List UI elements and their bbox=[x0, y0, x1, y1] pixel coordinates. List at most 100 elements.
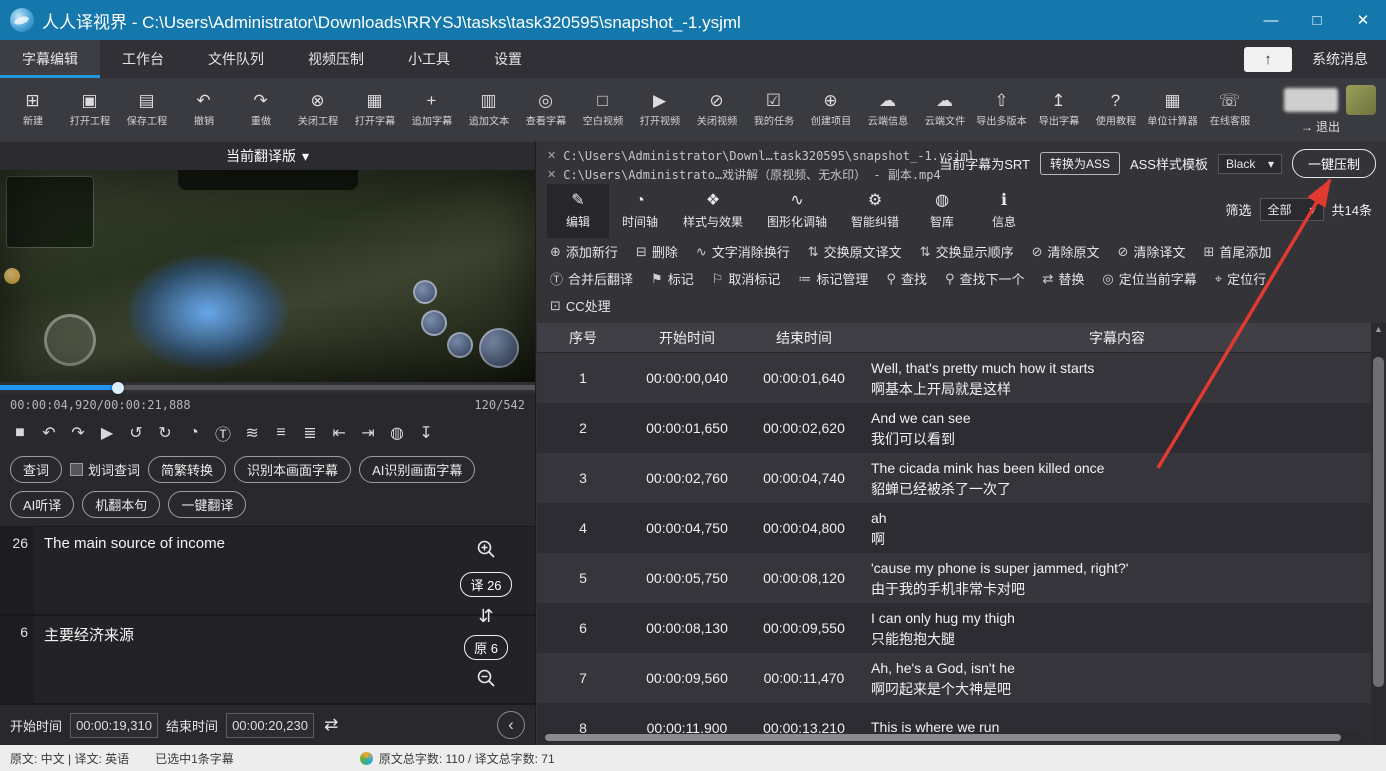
edit-tool-button[interactable]: ⊘ 清除原文 bbox=[1023, 242, 1109, 261]
text-overlay-button[interactable]: Ⓣ bbox=[215, 421, 231, 445]
filter-select[interactable]: 全部 ▾ bbox=[1260, 198, 1324, 221]
clock-button[interactable]: ◔ bbox=[186, 424, 202, 442]
swap-vertical-icon[interactable]: ⇵ bbox=[478, 606, 493, 627]
tab[interactable]: ⚙ 智能纠错 bbox=[839, 184, 911, 238]
end-time-input[interactable]: 00:00:20,230 bbox=[226, 713, 314, 738]
toolbar-button[interactable]: ⇧ 导出多版本 bbox=[973, 78, 1030, 142]
toolbar-button[interactable]: ⊘ 关闭视频 bbox=[688, 78, 745, 142]
scroll-up-icon[interactable]: ▲ bbox=[1371, 324, 1386, 334]
edit-tool-button[interactable]: ⇅ 交换显示顺序 bbox=[911, 242, 1023, 261]
toolbar-button[interactable]: ▦ 单位计算器 bbox=[1144, 78, 1201, 142]
one-click-render-button[interactable]: 一键压制 bbox=[1292, 149, 1376, 178]
toolbar-button[interactable]: ☁ 云端文件 bbox=[916, 78, 973, 142]
forward-3s-button[interactable]: ↻ bbox=[157, 423, 173, 443]
align-lines-button[interactable]: ≡ bbox=[273, 424, 289, 442]
original-count-button[interactable]: 原 6 bbox=[464, 635, 508, 660]
edit-tool-button[interactable]: ∿ 文字消除换行 bbox=[687, 242, 799, 261]
maximize-button[interactable]: □ bbox=[1294, 0, 1340, 40]
edit-tool-button[interactable]: ⊡ CC处理 bbox=[541, 296, 620, 315]
zoom-out-icon[interactable] bbox=[476, 668, 496, 693]
menu-item[interactable]: 视频压制 bbox=[286, 40, 386, 78]
toolbar-button[interactable]: ⊗ 关闭工程 bbox=[289, 78, 346, 142]
edit-tool-button[interactable]: ⊞ 首尾添加 bbox=[1194, 242, 1280, 261]
video-frame[interactable] bbox=[0, 170, 535, 382]
play-button[interactable]: ▶ bbox=[99, 423, 115, 443]
seek-back-button[interactable]: ↶ bbox=[41, 423, 57, 443]
close-file-icon[interactable]: ✕ bbox=[547, 149, 556, 162]
minimize-button[interactable]: — bbox=[1248, 0, 1294, 40]
table-row[interactable]: 1 00:00:00,040 00:00:01,640 Well, that's… bbox=[537, 353, 1371, 403]
edit-tool-button[interactable]: Ⓣ 合并后翻译 bbox=[541, 269, 642, 288]
tab[interactable]: ✎ 编辑 bbox=[547, 184, 609, 238]
swap-times-icon[interactable]: ⇄ bbox=[324, 715, 338, 735]
globe-button[interactable]: ◍ bbox=[389, 423, 405, 443]
avatar[interactable] bbox=[1346, 85, 1376, 115]
tab[interactable]: ∿ 图形化调轴 bbox=[755, 184, 839, 238]
edit-tool-button[interactable]: ◎ 定位当前字幕 bbox=[1093, 269, 1205, 288]
tab[interactable]: ℹ 信息 bbox=[973, 184, 1035, 238]
vertical-scrollbar[interactable]: ▲ bbox=[1371, 323, 1386, 745]
table-row[interactable]: 2 00:00:01,650 00:00:02,620 And we can s… bbox=[537, 403, 1371, 453]
menu-item[interactable]: 小工具 bbox=[386, 40, 472, 78]
menu-item[interactable]: 文件队列 bbox=[186, 40, 286, 78]
action-button[interactable]: 简繁转换 bbox=[148, 456, 226, 483]
vertical-scroll-thumb[interactable] bbox=[1373, 357, 1384, 687]
edit-tool-button[interactable]: ⌖ 定位行 bbox=[1206, 269, 1275, 288]
lookup-word-button[interactable]: 查词 bbox=[10, 456, 62, 483]
start-time-input[interactable]: 00:00:19,310 bbox=[70, 713, 158, 738]
table-row[interactable]: 6 00:00:08,130 00:00:09,550 I can only h… bbox=[537, 603, 1371, 653]
toolbar-button[interactable]: ◎ 查看字幕 bbox=[517, 78, 574, 142]
edit-tool-button[interactable]: ⊟ 删除 bbox=[627, 242, 687, 261]
waveform-button[interactable]: ≋ bbox=[244, 423, 260, 443]
toolbar-button[interactable]: ▦ 打开字幕 bbox=[346, 78, 403, 142]
stop-button[interactable]: ■ bbox=[12, 424, 28, 442]
action-button[interactable]: 识别本画面字幕 bbox=[234, 456, 351, 483]
menu-item[interactable]: 设置 bbox=[472, 40, 544, 78]
seek-forward-button[interactable]: ↷ bbox=[70, 423, 86, 443]
jump-to-start-button[interactable]: ⇤ bbox=[331, 423, 347, 443]
toolbar-button[interactable]: ☑ 我的任务 bbox=[745, 78, 802, 142]
tab[interactable]: ❖ 样式与效果 bbox=[671, 184, 755, 238]
action-button[interactable]: 机翻本句 bbox=[82, 491, 160, 518]
table-row[interactable]: 7 00:00:09,560 00:00:11,470 Ah, he's a G… bbox=[537, 653, 1371, 703]
toolbar-button[interactable]: ↷ 重做 bbox=[232, 78, 289, 142]
toolbar-button[interactable]: ⊕ 创建项目 bbox=[802, 78, 859, 142]
close-file-icon[interactable]: ✕ bbox=[547, 168, 556, 181]
convert-to-ass-button[interactable]: 转换为ASS bbox=[1040, 152, 1120, 175]
upload-icon[interactable]: ↑ bbox=[1244, 47, 1292, 72]
menu-item[interactable]: 字幕编辑 bbox=[0, 40, 100, 78]
edit-tool-button[interactable]: ≔ 标记管理 bbox=[789, 269, 877, 288]
toolbar-button[interactable]: ▶ 打开视频 bbox=[631, 78, 688, 142]
toolbar-button[interactable]: ↶ 撤销 bbox=[175, 78, 232, 142]
toolbar-button[interactable]: □ 空白视频 bbox=[574, 78, 631, 142]
system-messages-link[interactable]: 系统消息 bbox=[1312, 49, 1368, 69]
logout-button[interactable]: → 退出 bbox=[1301, 118, 1340, 135]
menu-item[interactable]: 工作台 bbox=[100, 40, 186, 78]
toolbar-button[interactable]: ? 使用教程 bbox=[1087, 78, 1144, 142]
table-row[interactable]: 4 00:00:04,750 00:00:04,800 ah 啊 bbox=[537, 503, 1371, 553]
action-button[interactable]: AI听译 bbox=[10, 491, 74, 518]
toolbar-button[interactable]: ☏ 在线客服 bbox=[1201, 78, 1258, 142]
tab[interactable]: ◔ 时间轴 bbox=[609, 184, 671, 238]
edit-tool-button[interactable]: ⊘ 清除译文 bbox=[1109, 242, 1195, 261]
horizontal-scrollbar[interactable] bbox=[543, 733, 1364, 742]
ass-template-select[interactable]: Black ▾ bbox=[1218, 154, 1282, 174]
video-progress-bar[interactable] bbox=[0, 382, 535, 394]
replay-button[interactable]: ↺ bbox=[128, 423, 144, 443]
tab[interactable]: ◍ 智库 bbox=[911, 184, 973, 238]
action-button[interactable]: AI识别画面字幕 bbox=[359, 456, 475, 483]
toolbar-button[interactable]: ☁ 云端信息 bbox=[859, 78, 916, 142]
checkbox[interactable] bbox=[70, 463, 83, 476]
progress-knob[interactable] bbox=[112, 382, 124, 394]
edit-tool-button[interactable]: ⚲ 查找下一个 bbox=[936, 269, 1034, 288]
horizontal-scroll-thumb[interactable] bbox=[545, 734, 1341, 741]
align-justify-button[interactable]: ≣ bbox=[302, 423, 318, 443]
edit-tool-button[interactable]: ⚑ 标记 bbox=[642, 269, 703, 288]
snapshot-button[interactable]: ↧ bbox=[418, 423, 434, 443]
edit-tool-button[interactable]: ⚐ 取消标记 bbox=[703, 269, 790, 288]
toolbar-button[interactable]: ▥ 追加文本 bbox=[460, 78, 517, 142]
zoom-in-icon[interactable] bbox=[476, 539, 496, 564]
table-row[interactable]: 5 00:00:05,750 00:00:08,120 'cause my ph… bbox=[537, 553, 1371, 603]
toolbar-button[interactable]: ↥ 导出字幕 bbox=[1030, 78, 1087, 142]
toolbar-button[interactable]: ▤ 保存工程 bbox=[118, 78, 175, 142]
